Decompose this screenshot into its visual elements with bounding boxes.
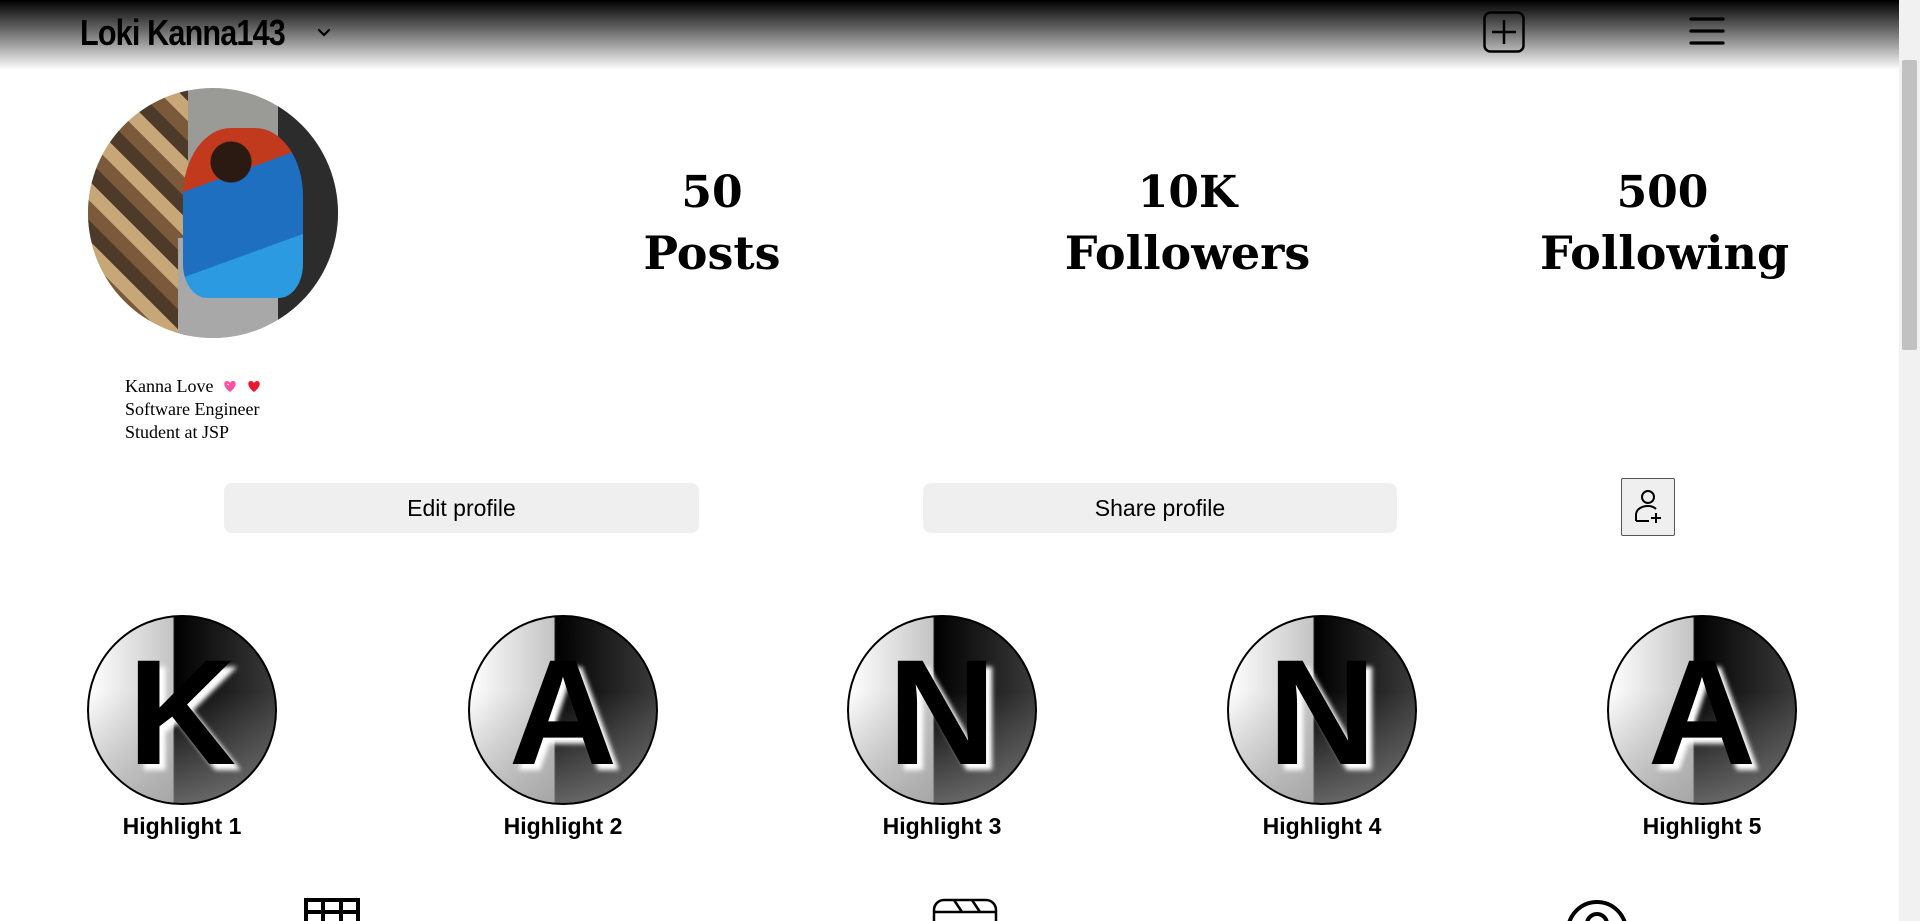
reels-icon[interactable] — [932, 898, 998, 921]
hamburger-menu-icon[interactable] — [1689, 14, 1725, 48]
highlight-label: Highlight 4 — [1262, 813, 1382, 839]
tagged-icon[interactable] — [1564, 898, 1630, 921]
edit-profile-button[interactable]: Edit profile — [224, 483, 699, 533]
account-switcher[interactable]: Loki Kanna143 — [80, 12, 335, 54]
highlight-cover: A — [1607, 615, 1797, 805]
chevron-down-icon[interactable] — [313, 22, 335, 44]
highlight-4[interactable]: N Highlight 4 — [1197, 615, 1447, 840]
username: Loki Kanna143 — [80, 12, 286, 53]
followers-count: 10K — [1137, 167, 1238, 218]
following-count: 500 — [1616, 167, 1709, 218]
highlight-label: Highlight 1 — [122, 813, 242, 839]
bio-line-3: Student at JSP — [125, 422, 230, 442]
highlight-letter: A — [508, 628, 618, 796]
avatar[interactable] — [88, 88, 338, 338]
highlight-cover: N — [847, 615, 1037, 805]
scrollbar-thumb[interactable] — [1902, 60, 1917, 350]
bio-line-1: Kanna Love — [125, 375, 262, 398]
highlight-cover: N — [1227, 615, 1417, 805]
followers-label: Followers — [1064, 226, 1311, 280]
highlight-letter: N — [1267, 628, 1377, 796]
bio-line-2: Software Engineer — [125, 399, 260, 419]
highlight-letter: K — [127, 628, 237, 796]
posts-label: Posts — [643, 226, 781, 280]
highlight-cover: A — [468, 615, 658, 805]
highlight-2[interactable]: A Highlight 2 — [438, 615, 688, 840]
posts-count: 50 — [681, 167, 743, 218]
red-heart-icon — [248, 381, 261, 392]
posts-stat[interactable]: 50 Posts — [612, 163, 812, 283]
add-user-icon — [1635, 490, 1661, 523]
share-profile-button[interactable]: Share profile — [923, 483, 1397, 533]
followers-stat[interactable]: 10K Followers — [1055, 163, 1320, 283]
grid-icon[interactable] — [304, 898, 360, 921]
highlight-label: Highlight 2 — [503, 813, 623, 839]
following-stat[interactable]: 500 Following — [1540, 163, 1790, 283]
following-label: Following — [1540, 226, 1790, 280]
highlight-5[interactable]: A Highlight 5 — [1577, 615, 1827, 840]
highlight-cover: K — [87, 615, 277, 805]
highlight-label: Highlight 3 — [882, 813, 1002, 839]
bio: Kanna Love Software Engineer Student at … — [125, 375, 262, 444]
pink-heart-icon — [224, 381, 236, 392]
plus-square-icon[interactable] — [1483, 11, 1525, 53]
top-bar: Loki Kanna143 — [0, 0, 1899, 70]
highlight-label: Highlight 5 — [1642, 813, 1762, 839]
highlight-1[interactable]: K Highlight 1 — [57, 615, 307, 840]
add-user-button[interactable] — [1621, 478, 1675, 536]
highlight-letter: N — [887, 628, 997, 796]
highlight-3[interactable]: N Highlight 3 — [817, 615, 1067, 840]
highlight-letter: A — [1647, 628, 1757, 796]
